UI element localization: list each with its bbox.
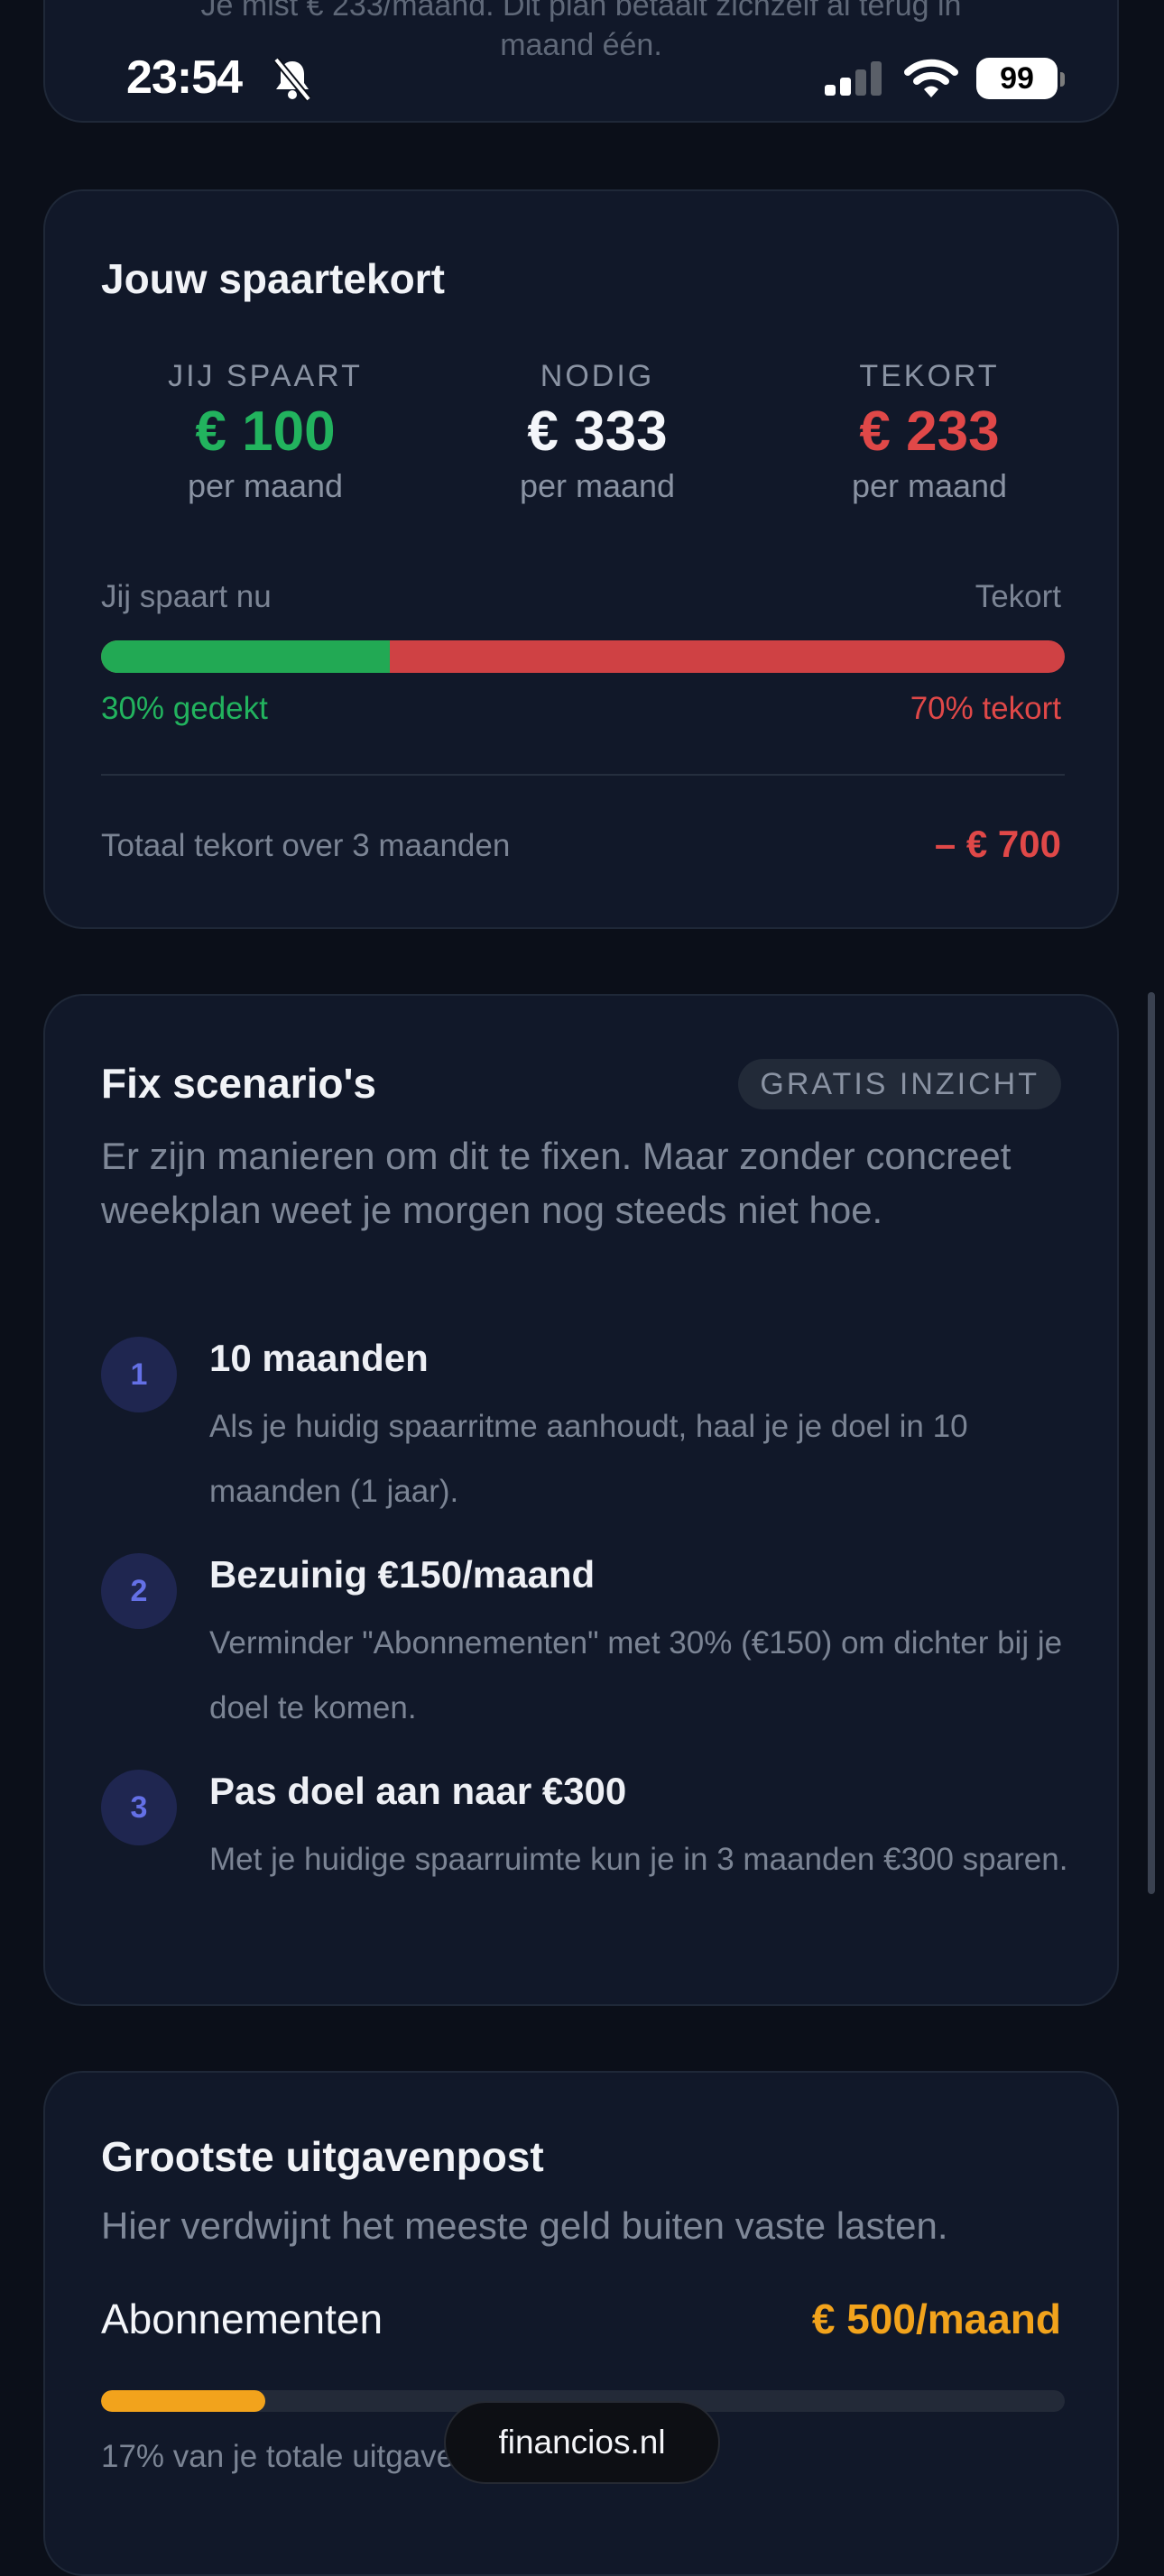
previous-card-text-1: Je mist € 233/maand. Dit plan betaalt zi… [200, 0, 962, 23]
stat-value: € 100 [195, 400, 336, 463]
free-insight-badge: GRATIS INZICHT [738, 1059, 1061, 1109]
step-number-2: 2 [101, 1553, 177, 1629]
status-bar: 23:54 99 [0, 47, 1164, 110]
expense-share-text: 17% van je totale uitgaven [101, 2439, 472, 2474]
battery-tip [1060, 72, 1065, 87]
step-desc-2: Verminder "Abonnementen" met 30% (€150) … [209, 1625, 1063, 1725]
stat-value: € 333 [527, 400, 668, 463]
bell-slash-icon [273, 57, 312, 102]
step-number-1: 1 [101, 1337, 177, 1412]
expense-lead: Hier verdwijnt het meeste geld buiten va… [101, 2204, 948, 2247]
step-title-2: Bezuinig €150/maand [209, 1553, 596, 1596]
stat-label: TEKORT [859, 359, 1000, 393]
stat-sub: per maand [851, 467, 1008, 504]
scenarios-card: Fix scenario's GRATIS INZICHT Er zijn ma… [43, 994, 1119, 2006]
scrollbar[interactable] [1148, 992, 1155, 1894]
stat-needed: NODIG € 333 per maand [435, 359, 760, 505]
wifi-icon [904, 59, 958, 97]
expense-share-fill [101, 2390, 265, 2412]
total-label: Totaal tekort over 3 maanden [101, 828, 511, 863]
scenarios-title: Fix scenario's [101, 1060, 376, 1107]
expense-category: Abonnementen [101, 2295, 383, 2342]
coverage-bar [101, 640, 1065, 673]
step-title-3: Pas doel aan naar €300 [209, 1770, 627, 1812]
shortfall-percent-text: 70% tekort [910, 691, 1061, 726]
shortfall-card: Jouw spaartekort JIJ SPAART € 100 per ma… [43, 189, 1119, 929]
stat-shortfall: TEKORT € 233 per maand [767, 359, 1092, 505]
step-desc-3: Met je huidige spaarruimte kun je in 3 m… [209, 1842, 1068, 1877]
stat-value: € 233 [859, 400, 1000, 463]
step-desc-1: Als je huidig spaarritme aanhoudt, haal … [209, 1409, 968, 1509]
shortfall-title: Jouw spaartekort [101, 255, 445, 302]
stat-saving: JIJ SPAART € 100 per maand [103, 359, 428, 505]
total-value: – € 700 [934, 823, 1061, 865]
covered-text: 30% gedekt [101, 691, 268, 726]
bar-right-label: Tekort [975, 579, 1061, 614]
stat-sub: per maand [519, 467, 676, 504]
site-url-pill[interactable]: financios.nl [444, 2401, 720, 2484]
step-title-1: 10 maanden [209, 1337, 429, 1379]
stat-sub: per maand [187, 467, 344, 504]
stat-label: NODIG [540, 359, 655, 393]
battery-icon: 99 [976, 58, 1058, 99]
coverage-bar-fill [101, 640, 391, 673]
divider [101, 774, 1065, 776]
bar-left-label: Jij spaart nu [101, 579, 272, 614]
stat-label: JIJ SPAART [168, 359, 363, 393]
expense-amount: € 500/maand [811, 2295, 1061, 2342]
expense-title: Grootste uitgavenpost [101, 2133, 544, 2180]
signal-icon [825, 61, 882, 96]
scenarios-lead: Er zijn manieren om dit te fixen. Maar z… [101, 1135, 1012, 1231]
status-time: 23:54 [126, 51, 243, 104]
step-number-3: 3 [101, 1770, 177, 1845]
biggest-expense-card: Grootste uitgavenpost Hier verdwijnt het… [43, 2071, 1119, 2576]
